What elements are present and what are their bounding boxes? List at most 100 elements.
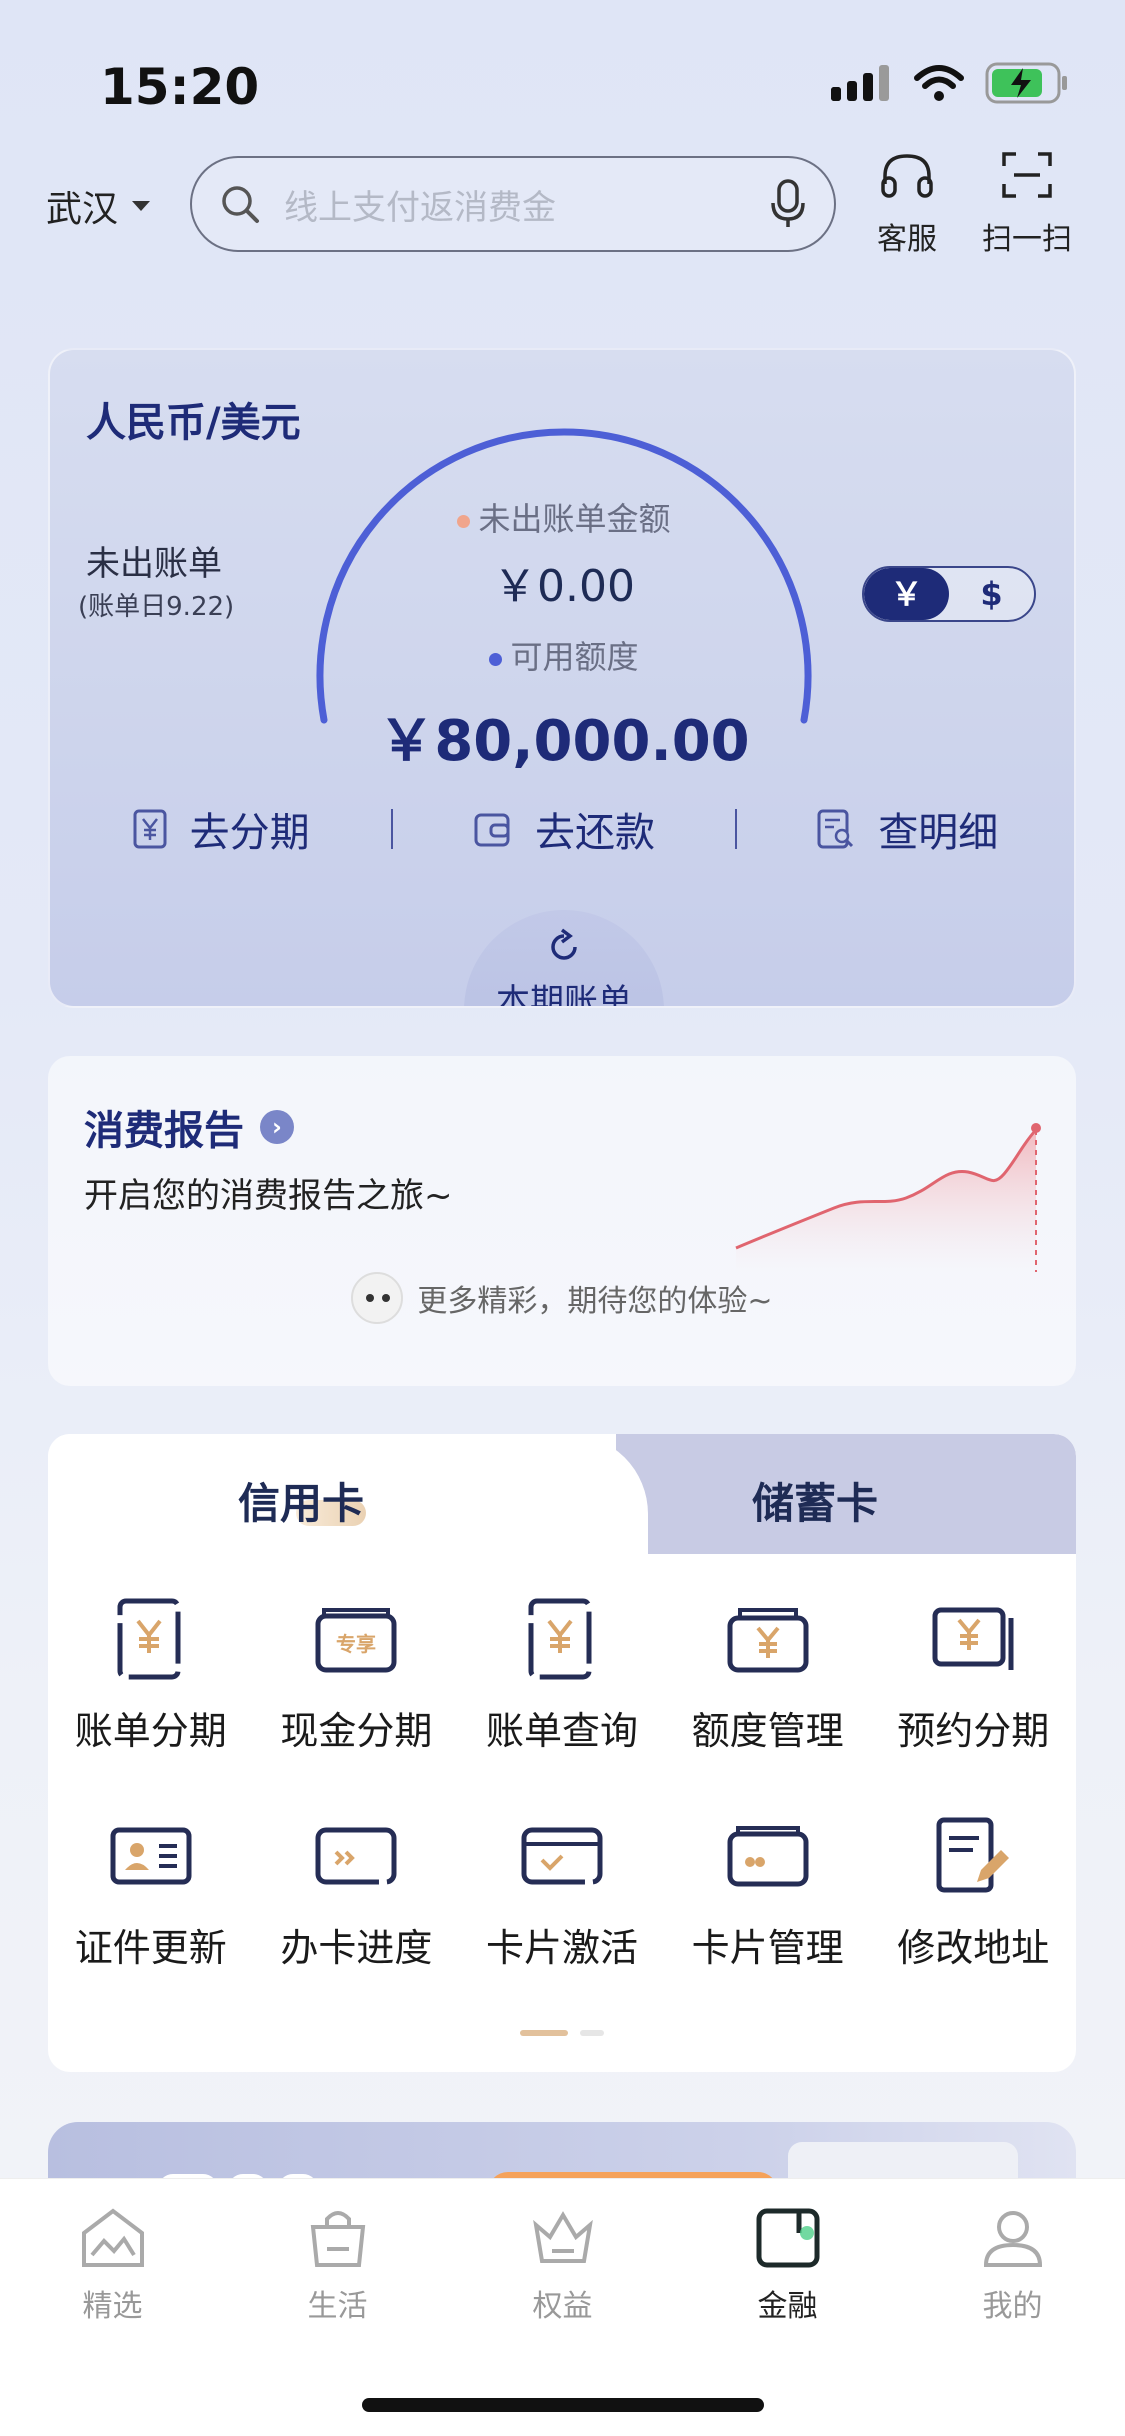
status-time: 15:20 [100, 58, 260, 116]
nav-life[interactable]: 生活 [225, 2203, 450, 2325]
service-grid: 账单分期 专享 现金分期 账单查询 额度管理 预约分期 证件更新 办卡进度 卡片… [48, 1594, 1076, 1972]
installment-button[interactable]: 去分期 [50, 800, 391, 858]
nav-finance[interactable]: 金融 [675, 2203, 900, 2325]
customer-service-label: 客服 [877, 222, 937, 257]
installment-label: 去分期 [189, 810, 310, 856]
service-label: 额度管理 [691, 1709, 844, 1753]
service-label: 证件更新 [74, 1926, 227, 1970]
nav-profile[interactable]: 我的 [900, 2203, 1125, 2325]
unbilled-dot [457, 514, 471, 528]
nav-featured[interactable]: 精选 [0, 2203, 225, 2325]
edit-address-icon [928, 1811, 1018, 1901]
details-label: 查明细 [878, 810, 999, 856]
repay-label: 去还款 [534, 810, 655, 856]
nav-label: 精选 [82, 2289, 143, 2324]
limit-management-icon [723, 1594, 813, 1684]
service-label: 修改地址 [897, 1926, 1050, 1970]
service-label: 预约分期 [897, 1709, 1050, 1753]
wallet-icon [474, 813, 510, 847]
microphone-icon[interactable] [770, 179, 806, 229]
service-card-management[interactable]: 卡片管理 [665, 1811, 871, 1972]
nav-label: 我的 [982, 2289, 1043, 2324]
details-button[interactable]: 查明细 [737, 800, 1074, 858]
scheduled-installment-icon [928, 1594, 1018, 1684]
tab-debit-label[interactable]: 储蓄卡 [752, 1470, 878, 1531]
report-subtitle: 开启您的消费报告之旅~ [84, 1176, 453, 1216]
report-more-label: 更多精彩，期待您的体验~ [417, 1284, 773, 1319]
tab-credit-label[interactable]: 信用卡 [238, 1470, 364, 1531]
bill-query-icon [517, 1594, 607, 1684]
nav-benefits[interactable]: 权益 [450, 2203, 675, 2325]
currency-rmb-option[interactable]: ￥ [864, 568, 949, 620]
search-bar[interactable]: 线上支付返消费金 [190, 156, 836, 252]
service-label: 现金分期 [280, 1709, 433, 1753]
bill-card: 人民币/美元 未出账单 (账单日9.22) 未出账单金额 ￥0.00 可用额度 … [48, 348, 1076, 1008]
search-placeholder: 线上支付返消费金 [284, 187, 556, 228]
headset-icon [881, 154, 933, 198]
available-dot [489, 652, 503, 666]
current-bill-label: 本期账单 [496, 982, 632, 1008]
benefits-icon [532, 2211, 593, 2263]
cash-installment-icon: 专享 [311, 1594, 401, 1684]
mascot-avatar-icon [351, 1272, 404, 1324]
exclusive-badge: 专享 [336, 1632, 376, 1656]
profile-icon [983, 2211, 1042, 2267]
report-title-text: 消费报告 [84, 1108, 244, 1154]
service-card-activate[interactable]: 卡片激活 [459, 1811, 665, 1972]
card-services-panel: 信用卡 储蓄卡 账单分期 专享 现金分期 账单查询 额度管理 预约分期 证件更新… [48, 1434, 1076, 2072]
service-bill-installment[interactable]: 账单分期 [48, 1594, 254, 1755]
finance-icon [756, 2208, 819, 2268]
currency-title: 人民币/美元 [86, 400, 301, 446]
signal-icon [831, 65, 889, 101]
service-id-update[interactable]: 证件更新 [48, 1811, 254, 1972]
service-limit-management[interactable]: 额度管理 [665, 1594, 871, 1755]
service-label: 办卡进度 [280, 1926, 433, 1970]
repay-button[interactable]: 去还款 [393, 800, 734, 858]
service-scheduled-installment[interactable]: 预约分期 [870, 1594, 1076, 1755]
chevron-right-icon: › [260, 1110, 294, 1144]
page-dot-active [520, 2030, 568, 2036]
nav-label: 权益 [532, 2289, 593, 2324]
unbilled-amount-label: 未出账单金额 [50, 494, 1074, 540]
chevron-down-icon [132, 201, 151, 211]
currency-usd-option[interactable]: $ [949, 568, 1034, 620]
battery-icon [985, 62, 1067, 104]
service-card-progress[interactable]: 办卡进度 [254, 1811, 460, 1972]
scan-button[interactable]: 扫一扫 [972, 150, 1082, 258]
bill-installment-icon [106, 1594, 196, 1684]
report-more-text: 更多精彩，期待您的体验~ [48, 1272, 1076, 1324]
scan-label: 扫一扫 [982, 222, 1072, 257]
available-limit-amount: ￥80,000.00 [378, 709, 750, 774]
current-bill-tab[interactable]: 本期账单 [464, 910, 664, 1008]
city-name: 武汉 [46, 189, 119, 230]
card-type-tabs [48, 1434, 1076, 1554]
search-icon [222, 186, 259, 223]
bill-actions: 去分期 去还款 查明细 [50, 800, 1074, 858]
service-cash-installment[interactable]: 专享 现金分期 [254, 1594, 460, 1755]
page-dot [580, 2030, 604, 2036]
refresh-icon [551, 928, 577, 960]
customer-service-button[interactable]: 客服 [852, 150, 962, 258]
service-bill-query[interactable]: 账单查询 [459, 1594, 665, 1755]
consumption-report-card[interactable]: 消费报告 › 开启您的消费报告之旅~ 更多精彩，期待您的体验~ [48, 1056, 1076, 1386]
card-management-icon [723, 1811, 813, 1901]
bottom-nav-items: 精选 生活 权益 金融 我的 [0, 2203, 1125, 2325]
page-indicator [48, 2030, 1076, 2036]
document-search-icon [817, 809, 854, 849]
life-icon [310, 2211, 365, 2267]
card-progress-icon [311, 1811, 401, 1901]
trend-sparkline [735, 1123, 1041, 1272]
currency-toggle[interactable]: ￥ $ [862, 566, 1036, 622]
nav-label: 金融 [757, 2289, 818, 2324]
home-indicator [362, 2398, 764, 2412]
service-label: 卡片激活 [485, 1926, 638, 1970]
status-icons [831, 62, 1069, 104]
scan-icon [1002, 152, 1052, 198]
report-title[interactable]: 消费报告 › [84, 1098, 294, 1156]
available-limit-label: 可用额度 [50, 632, 1074, 678]
city-selector[interactable]: 武汉 [46, 180, 151, 232]
featured-icon [81, 2208, 144, 2267]
service-edit-address[interactable]: 修改地址 [870, 1811, 1076, 1972]
service-label: 账单查询 [485, 1709, 638, 1753]
service-label: 账单分期 [74, 1709, 227, 1753]
